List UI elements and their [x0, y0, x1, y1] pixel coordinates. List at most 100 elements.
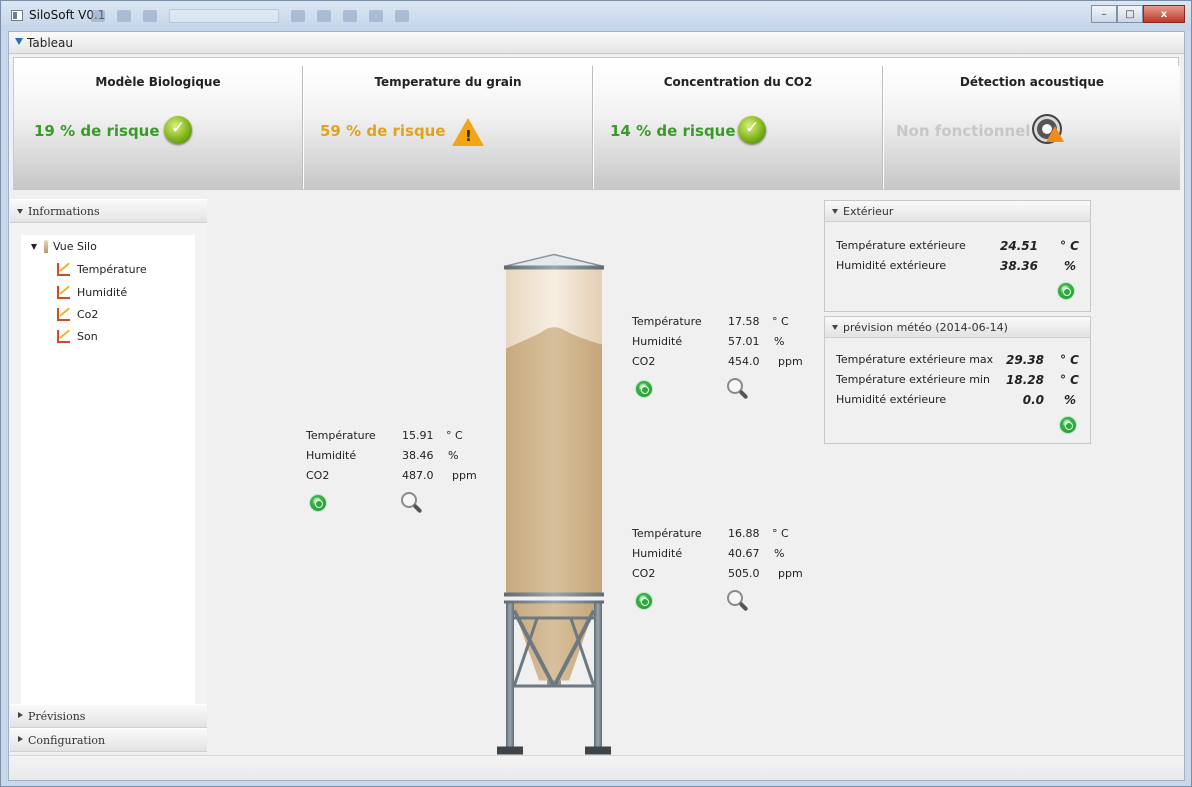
tree-item-humidite[interactable]: Humidité — [21, 284, 195, 302]
chart-icon — [57, 263, 70, 276]
tree-root-label: Vue Silo — [53, 240, 97, 253]
configuration-header[interactable]: Configuration — [10, 728, 207, 752]
ext-temp-label: Température extérieure — [836, 239, 966, 252]
tmin-value: 18.28 — [1006, 373, 1044, 387]
card-title: Temperature du grain — [374, 75, 522, 89]
toolbar-icon — [369, 10, 383, 22]
sensor-top-right: Température 17.58 ° C Humidité 57.01 % C… — [632, 315, 812, 405]
status-bar — [9, 755, 1184, 780]
hum-value: 38.46 — [402, 449, 434, 462]
informations-header[interactable]: Informations — [10, 199, 207, 223]
silo-foot — [585, 746, 611, 755]
tree-item-label: Température — [77, 263, 147, 276]
card-title: Concentration du CO2 — [663, 75, 813, 89]
meteo-hum-row: Humidité extérieure 0.0 % — [836, 393, 1081, 409]
silo-crossbar — [514, 616, 594, 620]
temp-label: Température — [306, 429, 376, 442]
ext-hum-unit: % — [1064, 259, 1077, 273]
silo-roof — [503, 253, 605, 268]
silo-grain — [506, 327, 602, 595]
ext-temp-unit: ° C — [1060, 239, 1079, 253]
minimize-button[interactable]: – — [1091, 5, 1117, 23]
meteo-hum-label: Humidité extérieure — [836, 393, 947, 406]
quick-access-toolbar — [91, 9, 551, 25]
close-button[interactable]: x — [1143, 5, 1185, 23]
expand-triangle-icon — [18, 712, 23, 718]
status-ok-icon — [636, 381, 652, 397]
sensor-temp-row: Température 16.88 ° C — [632, 527, 812, 543]
co2-label: CO2 — [306, 469, 330, 482]
temp-value: 15.91 — [402, 429, 434, 442]
exterieur-header[interactable]: Extérieur — [825, 201, 1090, 222]
card-title: Détection acoustique — [959, 75, 1105, 89]
tree-view: Vue Silo Température Humidité Co2 Son — [21, 235, 195, 731]
temp-value: 17.58 — [728, 315, 760, 328]
previsions-header[interactable]: Prévisions — [10, 704, 207, 728]
toolbar-icon — [143, 10, 157, 22]
hum-unit: % — [774, 547, 785, 560]
temp-value: 16.88 — [728, 527, 760, 540]
sensor-hum-row: Humidité 40.67 % — [632, 547, 812, 563]
silo-band — [504, 592, 604, 597]
card-temperature-grain: Temperature du grain 59 % de risque — [304, 66, 593, 190]
card-value: 14 % de risque — [610, 122, 736, 140]
tree-item-co2[interactable]: Co2 — [21, 306, 195, 324]
sensor-co2-row: CO2 487.0 ppm — [306, 469, 486, 485]
silo-illustration — [497, 253, 611, 755]
client-area: Tableau Modèle Biologique 19 % de risque… — [8, 31, 1185, 781]
ext-temp-value: 24.51 — [1000, 239, 1038, 253]
app-window: SiloSoft V0.1 – □ x Tableau Modèle Biolo… — [0, 0, 1192, 787]
meteo-hum-value: 0.0 — [1022, 393, 1044, 407]
status-ok-icon — [1060, 417, 1076, 433]
tableau-label: Tableau — [27, 36, 73, 50]
maximize-button[interactable]: □ — [1117, 5, 1143, 23]
expand-arrow-icon — [15, 38, 23, 45]
card-title: Modèle Biologique — [95, 75, 221, 89]
toolbar-icon — [117, 10, 131, 22]
ext-temp-row: Température extérieure 24.51 ° C — [836, 239, 1081, 255]
hum-label: Humidité — [632, 335, 683, 348]
meteo-tmin-row: Température extérieure min 18.28 ° C — [836, 373, 1081, 389]
exterieur-panel: Extérieur Température extérieure 24.51 °… — [824, 200, 1091, 312]
chart-icon — [57, 330, 70, 343]
tmin-label: Température extérieure min — [836, 373, 990, 386]
previsions-label: Prévisions — [28, 710, 86, 723]
magnifier-icon[interactable] — [725, 588, 751, 614]
warning-icon — [452, 118, 484, 146]
ext-hum-row: Humidité extérieure 38.36 % — [836, 259, 1081, 275]
toolbar-icon — [317, 10, 331, 22]
sensor-co2-row: CO2 454.0 ppm — [632, 355, 812, 371]
co2-unit: ppm — [778, 567, 803, 580]
tree-expand-icon[interactable] — [31, 244, 37, 250]
tree-root-vue-silo[interactable]: Vue Silo — [21, 238, 195, 256]
tree-item-label: Humidité — [77, 286, 128, 299]
silo-leg — [594, 603, 602, 749]
meteo-label: prévision météo (2014-06-14) — [843, 321, 1008, 334]
ext-hum-label: Humidité extérieure — [836, 259, 947, 272]
meteo-header[interactable]: prévision météo (2014-06-14) — [825, 317, 1090, 338]
toolbar-icon — [343, 10, 357, 22]
speaker-warning-icon — [1032, 114, 1064, 144]
tree-item-temperature[interactable]: Température — [21, 261, 195, 279]
check-icon — [738, 116, 766, 144]
meteo-tmax-row: Température extérieure max 29.38 ° C — [836, 353, 1081, 369]
left-accordion: Informations Vue Silo Température Humidi… — [10, 199, 207, 753]
toolbar-icon — [91, 10, 105, 22]
card-detection-acoustique: Détection acoustique Non fonctionnel — [884, 66, 1180, 190]
tmin-unit: ° C — [1060, 373, 1079, 387]
meteo-hum-unit: % — [1064, 393, 1077, 407]
tableau-header[interactable]: Tableau — [9, 32, 1184, 54]
sensor-co2-row: CO2 505.0 ppm — [632, 567, 812, 583]
expand-triangle-icon — [18, 736, 23, 742]
silo-icon — [44, 240, 48, 253]
tree-item-label: Son — [77, 330, 98, 343]
silo-rim — [504, 265, 604, 270]
co2-value: 454.0 — [728, 355, 760, 368]
card-concentration-co2: Concentration du CO2 14 % de risque — [594, 66, 883, 190]
temp-label: Température — [632, 527, 702, 540]
configuration-label: Configuration — [28, 734, 106, 747]
magnifier-icon[interactable] — [725, 376, 751, 402]
magnifier-icon[interactable] — [399, 490, 425, 516]
silo-crossbar — [514, 684, 594, 688]
tree-item-son[interactable]: Son — [21, 328, 195, 346]
